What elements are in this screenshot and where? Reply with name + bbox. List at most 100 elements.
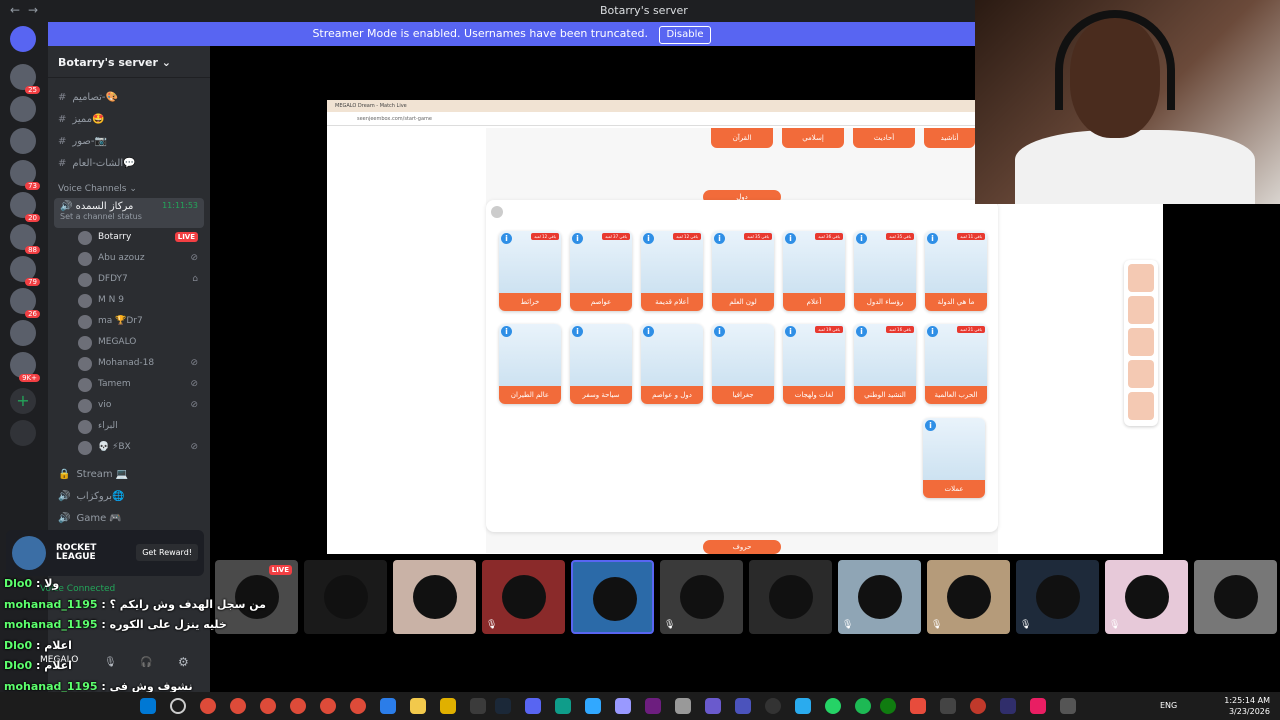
info-icon[interactable]: i — [714, 233, 725, 244]
system-clock[interactable]: 1:25:14 AM 3/23/2026 — [1224, 695, 1270, 717]
text-channel[interactable]: # تصاميم-🎨 — [48, 88, 210, 110]
voice-category[interactable]: Voice Channels ⌄ — [48, 176, 210, 198]
shortcut-thumb[interactable] — [1128, 264, 1154, 292]
chrome-icon[interactable] — [200, 698, 216, 714]
category-card[interactable]: i لغات ولهجات باقي 19 لعبة — [783, 324, 845, 404]
server-icon[interactable]: 20 — [10, 192, 40, 222]
discord-icon[interactable] — [525, 698, 541, 714]
text-channel[interactable]: # مميز🤩 — [48, 110, 210, 132]
info-icon[interactable]: i — [501, 233, 512, 244]
server-icon[interactable]: 25 — [10, 64, 40, 94]
forward-arrow-icon[interactable]: → — [28, 3, 38, 17]
premiere-icon[interactable] — [615, 698, 631, 714]
app-icon[interactable] — [765, 698, 781, 714]
server-icon[interactable]: 26 — [10, 288, 40, 318]
voice-user[interactable]: DFDY7 ⌂ — [48, 270, 210, 291]
discover-icon[interactable] — [10, 420, 36, 446]
app-icon[interactable] — [645, 698, 661, 714]
voice-user[interactable]: MEGALO — [48, 333, 210, 354]
info-icon[interactable]: i — [927, 326, 938, 337]
participant-tile[interactable] — [1194, 560, 1277, 634]
info-icon[interactable]: i — [643, 326, 654, 337]
server-icon[interactable] — [10, 96, 36, 122]
active-voice-channel[interactable]: 🔊 مركاز السمده 11:11:53 Set a channel st… — [54, 198, 204, 228]
chrome-icon[interactable] — [320, 698, 336, 714]
voice-user[interactable]: vio ⊘ — [48, 396, 210, 417]
file-explorer-icon[interactable] — [410, 698, 426, 714]
category-card[interactable]: i أعلام قديمة باقي 12 لعبة — [641, 231, 703, 311]
shortcut-thumb[interactable] — [1128, 328, 1154, 356]
category-card[interactable]: i عملات — [923, 418, 985, 498]
info-icon[interactable]: i — [856, 233, 867, 244]
chrome-icon[interactable] — [230, 698, 246, 714]
server-name-header[interactable]: Botarry's server ⌄ — [48, 46, 210, 78]
voice-user[interactable]: Mohanad-18 ⊘ — [48, 354, 210, 375]
text-channel[interactable]: # صور-📷 — [48, 132, 210, 154]
app-icon[interactable] — [705, 698, 721, 714]
info-icon[interactable]: i — [785, 233, 796, 244]
category-card[interactable]: i جغرافيا — [712, 324, 774, 404]
participant-tile[interactable]: 🎙 — [482, 560, 565, 634]
shortcut-thumb[interactable] — [1128, 360, 1154, 388]
stage-channel[interactable]: 🔒 Stream 💻 — [48, 465, 210, 487]
add-server-icon[interactable]: + — [10, 388, 36, 414]
xbox-icon[interactable] — [880, 698, 896, 714]
participant-tile[interactable] — [749, 560, 832, 634]
category-card[interactable]: i ما هي الدولة باقي 11 لعبة — [925, 231, 987, 311]
server-icon[interactable]: 73 — [10, 160, 40, 190]
info-icon[interactable]: i — [785, 326, 796, 337]
category-card[interactable]: i خرائط باقي 12 لعبة — [499, 231, 561, 311]
category-tab[interactable]: إسلامي — [782, 128, 844, 148]
voice-channel[interactable]: 🔊 بروكزاب🌐 — [48, 487, 210, 509]
voice-user[interactable]: Abu azouz ⊘ — [48, 249, 210, 270]
info-icon[interactable]: i — [856, 326, 867, 337]
category-card[interactable]: i عالم الطيران — [499, 324, 561, 404]
info-icon[interactable]: i — [714, 326, 725, 337]
spotify-icon[interactable] — [855, 698, 871, 714]
info-icon[interactable]: i — [925, 420, 936, 431]
category-card[interactable]: i الحرب العالمية باقي 21 لعبة — [925, 324, 987, 404]
category-card[interactable]: i رؤساء الدول باقي 35 لعبة — [854, 231, 916, 311]
shortcut-thumb[interactable] — [1128, 392, 1154, 420]
edge-icon[interactable] — [555, 698, 571, 714]
server-icon[interactable]: 88 — [10, 224, 40, 254]
info-icon[interactable]: i — [501, 326, 512, 337]
info-icon[interactable]: i — [643, 233, 654, 244]
app-icon[interactable] — [970, 698, 986, 714]
server-icon[interactable] — [10, 320, 36, 346]
category-card[interactable]: i سياحة وسفر — [570, 324, 632, 404]
server-icon[interactable] — [10, 128, 36, 154]
voice-user[interactable]: 💀 ⚡BX ⊘ — [48, 438, 210, 459]
collapse-icon[interactable] — [491, 206, 503, 218]
category-card[interactable]: i أعلام باقي 36 لعبة — [783, 231, 845, 311]
telegram-icon[interactable] — [795, 698, 811, 714]
app-icon[interactable] — [380, 698, 396, 714]
category-card[interactable]: i النشيد الوطني باقي 16 لعبة — [854, 324, 916, 404]
app-icon[interactable] — [1030, 698, 1046, 714]
chrome-icon[interactable] — [290, 698, 306, 714]
participant-tile[interactable] — [304, 560, 387, 634]
search-icon[interactable] — [170, 698, 186, 714]
app-icon[interactable] — [675, 698, 691, 714]
obs-icon[interactable] — [1000, 698, 1016, 714]
info-icon[interactable]: i — [927, 233, 938, 244]
app-icon[interactable] — [1060, 698, 1076, 714]
app-icon[interactable] — [440, 698, 456, 714]
server-icon[interactable]: 79 — [10, 256, 40, 286]
chrome-icon[interactable] — [260, 698, 276, 714]
category-card[interactable]: i دول و عواصم — [641, 324, 703, 404]
participant-tile[interactable]: 🎙 — [1105, 560, 1188, 634]
participant-tile[interactable]: 🎙 — [660, 560, 743, 634]
steam-icon[interactable] — [495, 698, 511, 714]
voice-user[interactable]: ma 🏆Dr7 — [48, 312, 210, 333]
back-arrow-icon[interactable]: ← — [10, 3, 20, 17]
app-icon[interactable] — [940, 698, 956, 714]
info-icon[interactable]: i — [572, 233, 583, 244]
language-indicator[interactable]: ENG — [1160, 701, 1177, 710]
participant-tile[interactable]: 🎙 — [1016, 560, 1099, 634]
shortcut-thumb[interactable] — [1128, 296, 1154, 324]
voice-channel[interactable]: 🔊 Game 🎮 — [48, 509, 210, 531]
voice-user[interactable]: Tamem ⊘ — [48, 375, 210, 396]
voice-user[interactable]: Botarry LIVE — [48, 228, 210, 249]
participant-tile[interactable] — [393, 560, 476, 634]
